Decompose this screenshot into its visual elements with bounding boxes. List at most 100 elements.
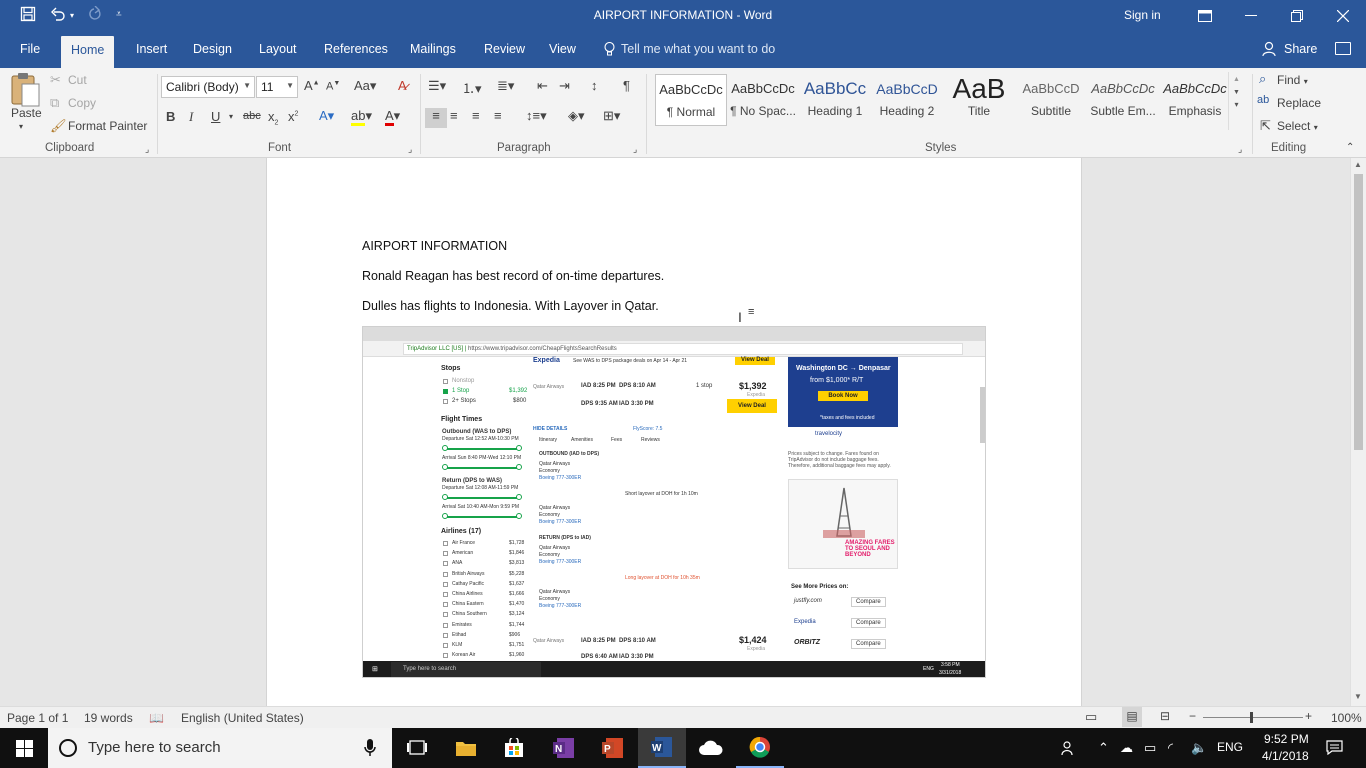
align-center-icon[interactable]: ≡ bbox=[450, 108, 458, 123]
slider-knob[interactable] bbox=[442, 464, 448, 470]
tell-me-box[interactable]: Tell me what you want to do bbox=[621, 32, 775, 68]
stops-checkbox[interactable] bbox=[443, 379, 448, 384]
format-painter-button[interactable]: Format Painter bbox=[68, 119, 147, 133]
style-heading-2[interactable]: AaBbCcD Heading 2 bbox=[871, 74, 943, 126]
clock-date[interactable]: 4/1/2018 bbox=[1262, 749, 1309, 763]
slider-knob[interactable] bbox=[516, 445, 522, 451]
airline-checkbox[interactable] bbox=[443, 622, 448, 628]
slider-knob[interactable] bbox=[516, 513, 522, 519]
decrease-indent-icon[interactable]: ⇤ bbox=[537, 78, 548, 94]
segment-aircraft[interactable]: Boeing 777-300ER bbox=[539, 559, 581, 565]
paste-button[interactable]: Paste bbox=[11, 106, 42, 120]
style-title[interactable]: AaB Title bbox=[943, 74, 1015, 126]
proofing-icon[interactable]: 📖 bbox=[149, 711, 164, 725]
select-button[interactable]: Select ▾ bbox=[1277, 119, 1318, 133]
align-left-icon[interactable]: ≡ bbox=[425, 108, 447, 128]
copy-button[interactable]: Copy bbox=[68, 96, 96, 110]
segment-aircraft[interactable]: Boeing 777-300ER bbox=[539, 519, 581, 525]
minimize-button[interactable] bbox=[1228, 0, 1274, 32]
people-icon[interactable] bbox=[1061, 740, 1077, 759]
detail-tab-fees[interactable]: Fees bbox=[611, 437, 622, 443]
file-explorer-icon[interactable] bbox=[442, 728, 490, 768]
battery-icon[interactable]: ▭ bbox=[1144, 740, 1156, 756]
underline-icon[interactable]: U bbox=[211, 109, 220, 124]
highlight-color-icon[interactable]: ab▾ bbox=[351, 108, 372, 126]
web-layout-icon[interactable]: ⊟ bbox=[1160, 709, 1170, 723]
airline-checkbox[interactable] bbox=[443, 571, 448, 577]
bold-icon[interactable]: B bbox=[166, 109, 175, 124]
compare-button[interactable]: Compare bbox=[851, 639, 886, 649]
airline-checkbox[interactable] bbox=[443, 653, 448, 659]
start-button[interactable] bbox=[0, 728, 48, 768]
tab-design[interactable]: Design bbox=[183, 32, 242, 68]
onedrive-tray-icon[interactable]: ☁ bbox=[1120, 740, 1133, 756]
action-center-icon[interactable] bbox=[1326, 740, 1343, 758]
slider-knob[interactable] bbox=[442, 494, 448, 500]
cut-button[interactable]: Cut bbox=[68, 73, 87, 87]
layout-options-icon[interactable]: ≡ bbox=[748, 306, 754, 318]
styles-launcher-icon[interactable]: ⌟ bbox=[1238, 144, 1242, 155]
zoom-in-icon[interactable]: + bbox=[1305, 709, 1312, 723]
strikethrough-icon[interactable]: abc bbox=[243, 110, 261, 122]
detail-tab-amenities[interactable]: Amenities bbox=[571, 437, 593, 443]
zoom-slider-thumb[interactable] bbox=[1250, 712, 1253, 723]
slider-knob[interactable] bbox=[516, 464, 522, 470]
slider-knob[interactable] bbox=[516, 494, 522, 500]
word-icon[interactable]: W bbox=[638, 728, 686, 768]
detail-tab-itinerary[interactable]: Itinerary bbox=[539, 437, 557, 443]
font-launcher-icon[interactable]: ⌟ bbox=[408, 144, 412, 155]
detail-tab-reviews[interactable]: Reviews bbox=[641, 437, 660, 443]
font-size-combo[interactable]: 11 ▼ bbox=[256, 76, 298, 98]
airline-checkbox[interactable] bbox=[443, 632, 448, 638]
paste-dropdown-icon[interactable]: ▾ bbox=[19, 122, 23, 131]
replace-button[interactable]: Replace bbox=[1277, 96, 1321, 110]
sort-icon[interactable]: ↕ bbox=[591, 78, 598, 93]
read-mode-icon[interactable]: ▭ bbox=[1085, 709, 1097, 725]
numbering-icon[interactable]: ⒈▾ bbox=[462, 78, 482, 97]
return-arrival-slider[interactable] bbox=[445, 516, 521, 518]
compare-button[interactable]: Compare bbox=[851, 597, 886, 607]
stops-checkbox[interactable] bbox=[443, 389, 448, 394]
airline-checkbox[interactable] bbox=[443, 561, 448, 567]
zoom-level[interactable]: 100% bbox=[1331, 711, 1362, 725]
airline-checkbox[interactable] bbox=[443, 592, 448, 597]
grow-font-icon[interactable]: A▲ bbox=[304, 78, 320, 93]
tab-references[interactable]: References bbox=[314, 32, 398, 68]
embedded-screenshot[interactable]: TripAdvisor LLC [US] | https://www.tripa… bbox=[362, 326, 986, 678]
page-count[interactable]: Page 1 of 1 bbox=[7, 711, 68, 725]
wifi-icon[interactable]: ◜ bbox=[1168, 740, 1173, 756]
tab-mailings[interactable]: Mailings bbox=[400, 32, 466, 68]
view-deal-button[interactable]: View Deal bbox=[735, 357, 775, 365]
bullets-icon[interactable]: ☰▾ bbox=[428, 78, 446, 94]
departure-slider[interactable] bbox=[445, 448, 521, 450]
shrink-font-icon[interactable]: A▼ bbox=[326, 80, 340, 93]
tab-layout[interactable]: Layout bbox=[249, 32, 307, 68]
paragraph-launcher-icon[interactable]: ⌟ bbox=[633, 144, 637, 155]
styles-scroll[interactable]: ▲ ▼ ▾ bbox=[1228, 72, 1244, 130]
chevron-up-icon[interactable]: ▲ bbox=[1229, 76, 1244, 83]
airline-checkbox[interactable] bbox=[443, 551, 448, 557]
segment-aircraft[interactable]: Boeing 777-300ER bbox=[539, 603, 581, 609]
airline-checkbox[interactable] bbox=[443, 581, 448, 587]
style-subtitle[interactable]: AaBbCcD Subtitle bbox=[1015, 74, 1087, 126]
korean-air-ad[interactable]: AMAZING FARES TO SEOUL AND BEYOND bbox=[788, 479, 898, 569]
justify-icon[interactable]: ≡ bbox=[494, 108, 502, 123]
close-button[interactable] bbox=[1320, 0, 1366, 32]
share-person-icon[interactable] bbox=[1262, 41, 1276, 60]
align-right-icon[interactable]: ≡ bbox=[472, 108, 480, 123]
multilevel-list-icon[interactable]: ≣▾ bbox=[497, 78, 514, 94]
vertical-scrollbar[interactable]: ▲ ▼ bbox=[1350, 158, 1366, 706]
stops-checkbox[interactable] bbox=[443, 399, 448, 404]
airline-checkbox[interactable] bbox=[443, 541, 448, 546]
tab-review[interactable]: Review bbox=[474, 32, 535, 68]
style-emphasis[interactable]: AaBbCcDc Emphasis bbox=[1159, 74, 1231, 126]
superscript-icon[interactable]: x2 bbox=[288, 109, 298, 124]
find-button[interactable]: Find ▾ bbox=[1277, 73, 1308, 87]
word-count[interactable]: 19 words bbox=[84, 711, 133, 725]
arrival-slider[interactable] bbox=[445, 467, 521, 469]
task-view-icon[interactable] bbox=[393, 728, 441, 768]
font-color-icon[interactable]: A▾ bbox=[385, 108, 400, 126]
paste-icon[interactable] bbox=[9, 72, 43, 108]
line-spacing-icon[interactable]: ↕≡▾ bbox=[526, 108, 547, 124]
tab-insert[interactable]: Insert bbox=[126, 32, 177, 68]
